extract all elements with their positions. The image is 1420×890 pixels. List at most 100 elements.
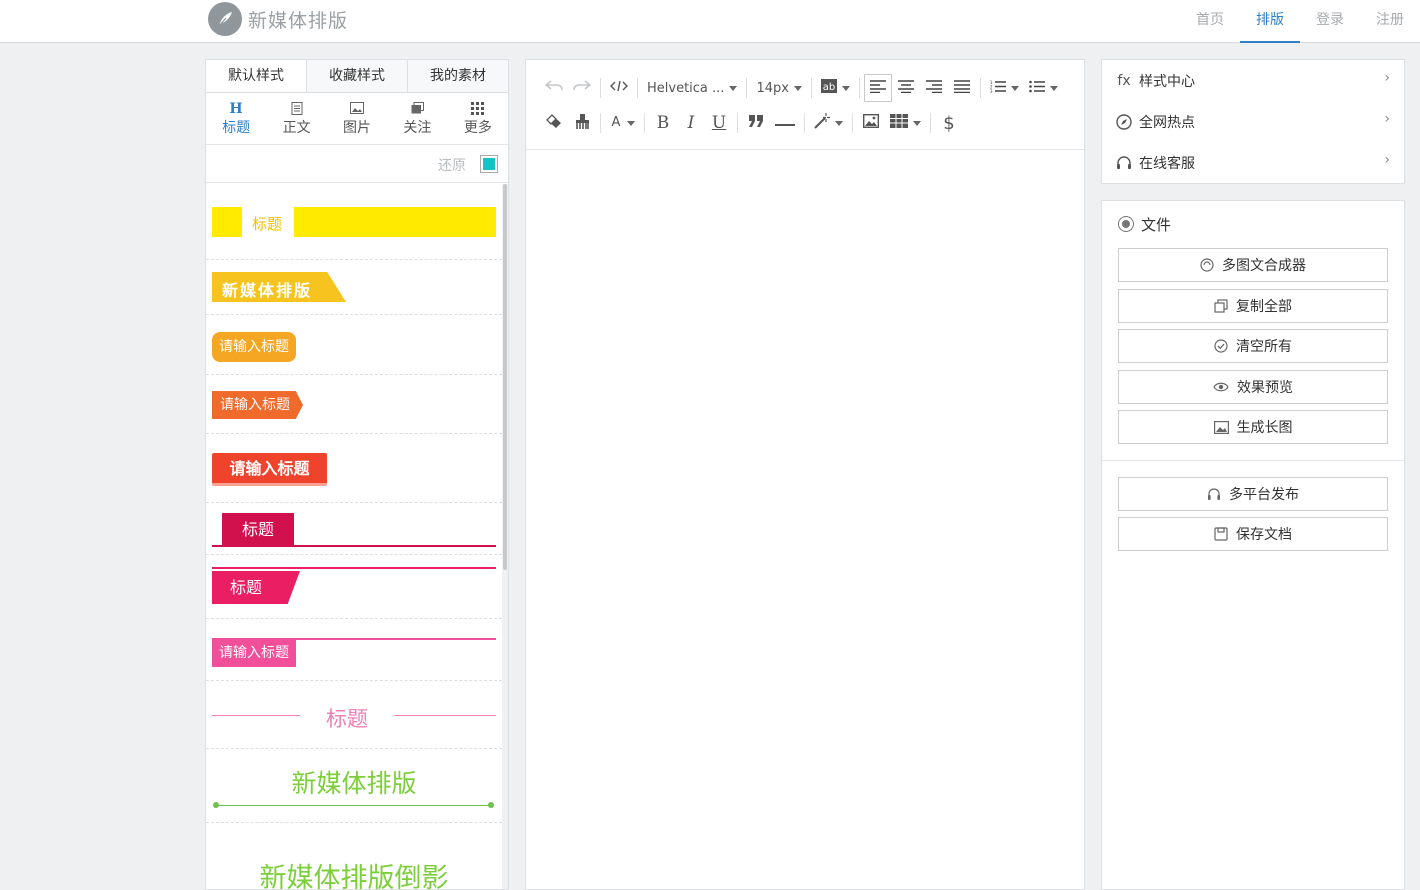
tab-my-materials[interactable]: 我的素材 xyxy=(407,60,508,92)
chevron-right-icon: › xyxy=(1384,111,1390,127)
category-label: 更多 xyxy=(463,120,492,136)
style-item[interactable]: 新媒体排版倒影 xyxy=(206,823,502,890)
bullet-list-select[interactable] xyxy=(1024,74,1063,102)
generate-long-image-button[interactable]: 生成长图 xyxy=(1118,410,1388,444)
trending-link[interactable]: 全网热点 › xyxy=(1102,101,1404,142)
toolbar-separator xyxy=(644,113,645,133)
nav-home[interactable]: 首页 xyxy=(1180,0,1240,43)
style-item[interactable]: 请输入标题 xyxy=(206,434,502,503)
category-label: 标题 xyxy=(222,120,251,136)
button-label: 复制全部 xyxy=(1236,299,1292,315)
source-code-button[interactable] xyxy=(605,74,633,102)
magic-wand-select[interactable] xyxy=(809,109,848,137)
multi-article-composer-button[interactable]: 多图文合成器 xyxy=(1118,248,1388,282)
font-size-select[interactable]: 14px xyxy=(751,74,807,102)
picture-icon xyxy=(1213,420,1229,434)
nav-register[interactable]: 注册 xyxy=(1360,0,1420,43)
ordered-list-select[interactable]: 123 xyxy=(985,74,1024,102)
online-support-link[interactable]: 在线客服 › xyxy=(1102,142,1404,183)
italic-icon: I xyxy=(687,113,695,133)
style-text: 新媒体排版 xyxy=(222,281,313,300)
category-more[interactable]: 更多 xyxy=(448,93,508,144)
button-label: 效果预览 xyxy=(1237,380,1293,396)
category-image[interactable]: 图片 xyxy=(327,93,387,144)
scrollbar-thumb[interactable] xyxy=(503,184,507,570)
italic-button[interactable]: I xyxy=(677,109,705,137)
style-item[interactable]: 请输入标题 xyxy=(206,375,502,434)
style-item[interactable]: 请输入标题 xyxy=(206,619,502,681)
style-text: 标题 xyxy=(212,571,300,604)
redo-icon xyxy=(573,80,592,96)
align-center-button[interactable] xyxy=(892,74,920,102)
logo[interactable]: 新媒体排版 xyxy=(208,2,348,36)
multi-platform-publish-button[interactable]: 多平台发布 xyxy=(1118,477,1388,511)
text-highlight-icon: ab xyxy=(820,79,837,97)
image-icon xyxy=(862,113,880,132)
restore-row: 还原 xyxy=(206,145,508,183)
font-family-select[interactable]: Helvetica ... xyxy=(642,74,742,102)
color-swatch[interactable] xyxy=(480,155,498,173)
horizontal-rule-button[interactable] xyxy=(770,109,800,137)
quote-icon xyxy=(749,115,763,131)
toolbar-separator xyxy=(979,78,981,98)
side-menu: fx 样式中心 › 全网热点 › 在线客服 › xyxy=(1101,59,1405,184)
align-justify-button[interactable] xyxy=(948,74,976,102)
feather-logo-icon xyxy=(208,2,242,36)
align-right-button[interactable] xyxy=(920,74,948,102)
ordered-list-icon: 123 xyxy=(990,80,1006,97)
insert-table-select[interactable] xyxy=(885,109,926,137)
restore-button[interactable]: 还原 xyxy=(438,155,466,175)
section-divider xyxy=(1102,460,1404,461)
toolbar-separator xyxy=(930,113,931,133)
nav-login[interactable]: 登录 xyxy=(1300,0,1360,43)
redo-button[interactable] xyxy=(568,74,596,102)
copy-all-button[interactable]: 复制全部 xyxy=(1118,289,1388,323)
underline-button[interactable]: U xyxy=(705,109,733,137)
style-item[interactable]: 标题 xyxy=(206,681,502,749)
format-painter-button[interactable] xyxy=(568,109,596,137)
highlight-select[interactable]: ab xyxy=(816,74,855,102)
style-item[interactable]: 新媒体排版 xyxy=(206,749,502,823)
svg-text:H: H xyxy=(230,101,243,115)
eraser-icon xyxy=(546,113,562,133)
tab-favorite-styles[interactable]: 收藏样式 xyxy=(306,60,407,92)
align-left-button[interactable] xyxy=(863,74,892,102)
font-color-select[interactable]: A xyxy=(605,109,640,137)
bold-button[interactable]: B xyxy=(649,109,677,137)
chevron-down-icon xyxy=(793,85,802,91)
chevron-down-icon xyxy=(1049,85,1058,91)
save-document-button[interactable]: 保存文档 xyxy=(1118,517,1388,551)
check-circle-icon xyxy=(1214,339,1228,353)
text-icon xyxy=(291,100,303,116)
category-title[interactable]: H 标题 xyxy=(206,93,266,144)
style-text: 新媒体排版倒影 xyxy=(259,863,449,890)
category-label: 关注 xyxy=(403,120,432,136)
tab-default-styles[interactable]: 默认样式 xyxy=(206,60,306,92)
category-follow[interactable]: 关注 xyxy=(387,93,447,144)
style-list-scrollbar[interactable] xyxy=(502,184,508,889)
style-item[interactable]: 标题 xyxy=(206,503,502,555)
category-body[interactable]: 正文 xyxy=(266,93,326,144)
dollar-button[interactable]: $ xyxy=(935,109,963,137)
code-icon xyxy=(610,80,628,96)
compass-icon xyxy=(1115,113,1133,130)
style-center-link[interactable]: fx 样式中心 › xyxy=(1102,60,1404,101)
style-item[interactable]: 标题 xyxy=(206,555,502,619)
button-label: 保存文档 xyxy=(1236,527,1292,543)
editor-content-area[interactable] xyxy=(526,151,1084,889)
file-section-header: 文件 xyxy=(1102,201,1404,247)
style-item[interactable]: 新媒体排版 xyxy=(206,260,502,315)
horizontal-line-icon xyxy=(775,116,795,131)
undo-button[interactable] xyxy=(540,74,568,102)
eraser-button[interactable] xyxy=(540,109,568,137)
preview-button[interactable]: 效果预览 xyxy=(1118,370,1388,404)
clear-all-button[interactable]: 清空所有 xyxy=(1118,329,1388,363)
blockquote-button[interactable] xyxy=(742,109,770,137)
style-item[interactable]: 请输入标题 xyxy=(206,315,502,375)
insert-image-button[interactable] xyxy=(857,109,885,137)
style-item[interactable]: 标题 xyxy=(206,184,502,260)
nav-layout[interactable]: 排版 xyxy=(1240,0,1300,43)
svg-text:A: A xyxy=(612,115,621,128)
style-text: 新媒体排版 xyxy=(291,769,417,798)
svg-text:3: 3 xyxy=(990,89,993,93)
